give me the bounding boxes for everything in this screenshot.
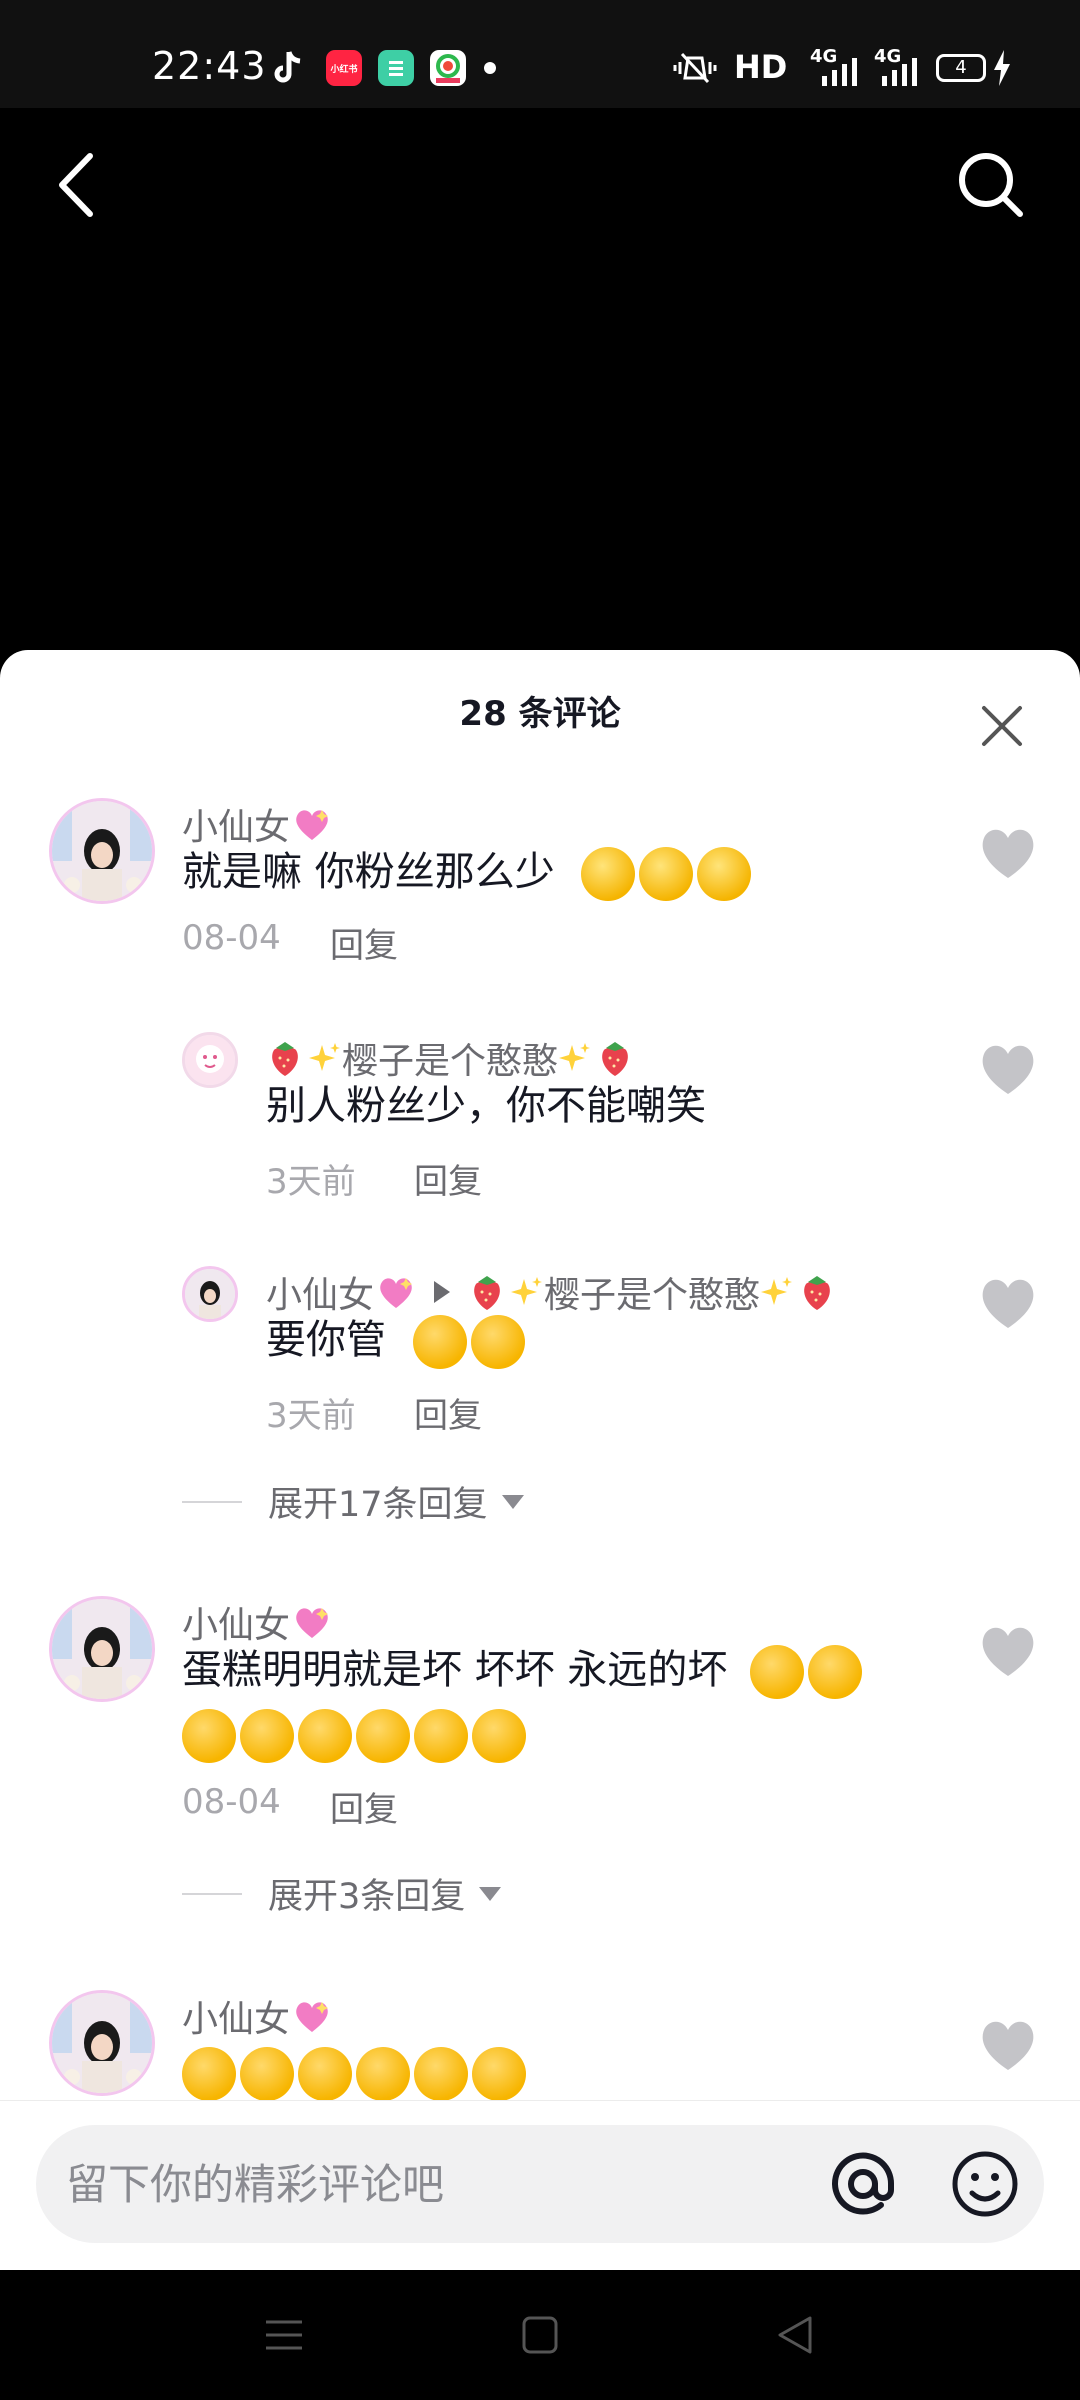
battery-level: 4 <box>955 57 967 78</box>
back-icon[interactable] <box>766 2310 826 2360</box>
colorful-app-icon <box>430 50 466 86</box>
reply-button[interactable]: 回复 <box>330 1782 398 1831</box>
username-text: 小仙女 <box>182 1999 291 2040</box>
winking-tongue-emoji-icon <box>240 2047 294 2101</box>
winking-tongue-emoji-icon <box>414 1709 468 1763</box>
tiktok-icon <box>270 50 306 86</box>
reply-button[interactable]: 回复 <box>414 1388 482 1437</box>
reply-time: 3天前 <box>266 1396 356 1436</box>
comment-username[interactable]: 小仙女 <box>182 1990 332 2042</box>
reply-text: 别人粉丝少，你不能嘲笑 <box>266 1083 706 1129</box>
mention-at-icon[interactable] <box>826 2147 900 2221</box>
comment-text <box>182 2040 530 2104</box>
vibrate-mute-icon <box>673 52 717 84</box>
chevron-down-icon <box>479 1886 502 1901</box>
search-icon[interactable] <box>956 150 1026 220</box>
menu-icon[interactable] <box>254 2310 314 2360</box>
strawberry-icon <box>602 1042 628 1076</box>
strawberry-icon <box>474 1276 500 1310</box>
status-time: 22:43 <box>152 44 267 88</box>
chevron-down-icon <box>501 1494 524 1509</box>
status-bar: 22:43 小红书 HD 4G 4G 4 <box>0 0 1080 108</box>
sparkle-icon <box>761 1277 793 1305</box>
winking-tongue-emoji-icon <box>298 2047 352 2101</box>
hd-indicator: HD <box>734 48 788 86</box>
reply-button[interactable]: 回复 <box>414 1154 482 1203</box>
reply-button[interactable]: 回复 <box>330 918 398 967</box>
winking-tongue-emoji-icon <box>414 2047 468 2101</box>
green-app-icon <box>378 50 414 86</box>
sparkle-heart-icon <box>296 2002 329 2032</box>
sparkle-icon <box>309 1043 340 1071</box>
winking-tongue-emoji-icon <box>750 1645 805 1699</box>
comment-time: 08-04 <box>182 918 281 958</box>
xiaohongshu-icon: 小红书 <box>326 50 362 86</box>
avatar[interactable] <box>49 798 155 904</box>
like-heart-icon[interactable] <box>978 1276 1038 1330</box>
notification-dot <box>484 62 496 74</box>
expand-replies-button[interactable]: 展开17条回复 <box>182 1476 524 1527</box>
expand-replies-button[interactable]: 展开3条回复 <box>182 1868 502 1919</box>
comment-input-bar <box>0 2100 1080 2270</box>
sparkle-icon <box>559 1043 591 1071</box>
comment-input-container[interactable] <box>36 2125 1044 2243</box>
sparkle-heart-icon <box>296 1608 329 1638</box>
emoji-picker-icon[interactable] <box>948 2147 1022 2221</box>
sparkle-heart-icon <box>380 1278 413 1308</box>
winking-tongue-emoji-icon <box>182 1709 236 1763</box>
giggle-emoji-icon <box>581 847 636 901</box>
giggle-emoji-icon <box>697 847 752 901</box>
avatar[interactable] <box>182 1266 238 1322</box>
back-arrow-icon[interactable] <box>56 152 96 218</box>
charging-icon <box>994 50 1010 86</box>
expand-replies-label: 展开3条回复 <box>268 1877 466 1917</box>
winking-tongue-emoji-icon <box>240 1709 294 1763</box>
battery-icon: 4 <box>936 54 986 82</box>
comments-sheet: 28 条评论 小仙女 就是嘛 你粉丝那么少 08-04 回复 樱子是个憨憨 别人… <box>0 650 1080 2270</box>
winking-tongue-emoji-icon <box>182 2047 236 2101</box>
system-nav-bar <box>0 2270 1080 2400</box>
video-area[interactable] <box>0 108 1080 668</box>
divider-line <box>182 1892 242 1895</box>
like-heart-icon[interactable] <box>978 2018 1038 2072</box>
reply-time: 3天前 <box>266 1162 356 1202</box>
winking-tongue-emoji-icon <box>808 1645 863 1699</box>
comment-text-content: 蛋糕明明就是坏 坏坏 永远的坏 <box>182 1647 728 1693</box>
comment-text: 就是嘛 你粉丝那么少 <box>182 840 755 904</box>
avatar[interactable] <box>182 1032 238 1088</box>
comment-time: 08-04 <box>182 1782 281 1822</box>
home-icon[interactable] <box>510 2310 570 2360</box>
winking-tongue-emoji-icon <box>472 1709 526 1763</box>
xiaohongshu-label: 小红书 <box>330 64 358 75</box>
comment-text-content: 就是嘛 你粉丝那么少 <box>182 849 555 895</box>
reply-to-username: 樱子是个憨憨 <box>544 1275 761 1316</box>
reply-to-arrow-icon <box>434 1281 451 1303</box>
winking-tongue-emoji-icon <box>356 1709 410 1763</box>
strawberry-icon <box>272 1042 298 1076</box>
reply-text: 要你管 <box>266 1308 529 1372</box>
giggle-emoji-icon <box>639 847 694 901</box>
signal-icon-1 <box>822 58 857 86</box>
like-heart-icon[interactable] <box>978 1624 1038 1678</box>
expand-replies-label: 展开17条回复 <box>268 1485 488 1525</box>
signal-icon-2 <box>882 58 917 86</box>
strawberry-icon <box>804 1276 830 1310</box>
avatar[interactable] <box>49 1990 155 2096</box>
winking-tongue-emoji-icon <box>472 2047 526 2101</box>
comments-count-title: 28 条评论 <box>459 694 621 734</box>
sparkle-icon <box>511 1277 543 1305</box>
like-heart-icon[interactable] <box>978 826 1038 880</box>
divider-line <box>182 1500 242 1503</box>
comment-input[interactable] <box>66 2125 826 2243</box>
like-heart-icon[interactable] <box>978 1042 1038 1096</box>
avatar[interactable] <box>49 1596 155 1702</box>
close-icon[interactable] <box>976 700 1028 752</box>
reply-text-content: 要你管 <box>266 1317 386 1363</box>
comment-text: 蛋糕明明就是坏 坏坏 永远的坏 <box>182 1638 942 1766</box>
sparkle-heart-icon <box>296 810 329 840</box>
winking-tongue-emoji-icon <box>470 1315 525 1369</box>
winking-tongue-emoji-icon <box>298 1709 352 1763</box>
winking-tongue-emoji-icon <box>356 2047 410 2101</box>
winking-tongue-emoji-icon <box>412 1315 467 1369</box>
